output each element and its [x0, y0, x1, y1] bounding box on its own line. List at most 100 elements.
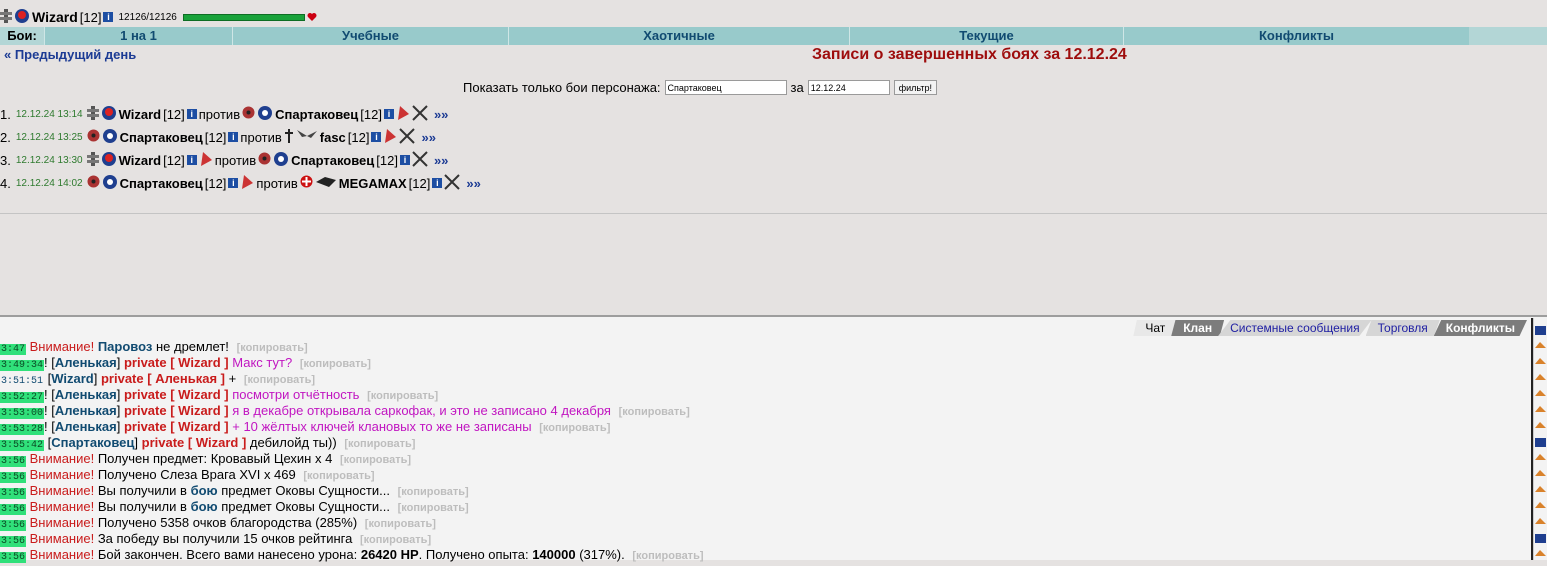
message-time[interactable]: 3:49:34: [0, 360, 45, 371]
copy-link[interactable]: [копировать]: [619, 406, 690, 418]
tab-conflicts[interactable]: Конфликты: [1123, 27, 1469, 45]
chat-tab-clan[interactable]: Клан: [1171, 320, 1225, 336]
message-author[interactable]: Wizard: [51, 371, 94, 386]
fighter-b-name[interactable]: Спартаковец: [275, 107, 358, 122]
filter-label: Показать только бои персонажа:: [463, 80, 661, 95]
message-time[interactable]: 3:53:00: [0, 408, 45, 419]
message-author[interactable]: Аленькая: [55, 403, 117, 418]
message-text: Получен предмет: Кровавый Цехин x 4: [97, 451, 333, 466]
message-time[interactable]: 3:56: [0, 488, 27, 499]
fighter-b-name[interactable]: fasc: [320, 130, 346, 145]
battle-row: 2. 12.12.24 13:25 Спартаковец [12] i про…: [0, 126, 436, 148]
gear-clan-icon[interactable]: [257, 105, 273, 124]
message-author[interactable]: Аленькая: [55, 387, 117, 402]
chat-tab-conflicts[interactable]: Конфликты: [1433, 320, 1527, 336]
fighter-b-level: [12]: [408, 175, 431, 191]
message-time[interactable]: 3:53:28: [0, 424, 45, 435]
info-icon[interactable]: i: [103, 12, 114, 22]
copy-link[interactable]: [копировать]: [303, 470, 374, 482]
message-time[interactable]: 3:47: [0, 344, 27, 355]
message-time[interactable]: 3:52:27: [0, 392, 45, 403]
message-time[interactable]: 3:56: [0, 552, 27, 563]
battle-number: 1.: [0, 106, 11, 122]
message-time[interactable]: 3:56: [0, 504, 27, 515]
info-icon[interactable]: i: [186, 155, 197, 165]
message-author[interactable]: Аленькая: [55, 355, 117, 370]
message-author[interactable]: Спартаковец: [51, 435, 134, 450]
gear-clan-icon[interactable]: [102, 174, 118, 193]
message-author[interactable]: Паровоз: [98, 339, 153, 354]
message-text: Макс тут?: [232, 355, 293, 370]
clan-emblem-icon[interactable]: [14, 8, 30, 27]
info-icon[interactable]: i: [228, 132, 239, 142]
message-text: дебилойд ты)): [249, 435, 337, 450]
message-time[interactable]: 3:56: [0, 456, 27, 467]
copy-link[interactable]: [копировать]: [398, 486, 469, 498]
copy-link[interactable]: [копировать]: [360, 534, 431, 546]
info-icon[interactable]: i: [383, 109, 394, 119]
private-label[interactable]: private [ Wizard ]: [142, 435, 247, 450]
private-label[interactable]: private [ Wizard ]: [124, 419, 229, 434]
private-label[interactable]: private [ Wizard ]: [124, 387, 229, 402]
chat-tab-system[interactable]: Системные сообщения: [1218, 320, 1372, 336]
battle-log-link[interactable]: »»: [434, 107, 448, 122]
copy-link[interactable]: [копировать]: [365, 518, 436, 530]
copy-link[interactable]: [копировать]: [300, 358, 371, 370]
copy-link[interactable]: [копировать]: [398, 502, 469, 514]
info-icon[interactable]: i: [228, 178, 239, 188]
fighter-a-name[interactable]: Wizard: [119, 107, 162, 122]
fighter-a-name[interactable]: Спартаковец: [120, 130, 203, 145]
info-icon[interactable]: i: [399, 155, 410, 165]
fighter-a-name[interactable]: Спартаковец: [120, 176, 203, 191]
info-icon[interactable]: i: [186, 109, 197, 119]
battle-link[interactable]: бою: [191, 483, 218, 498]
battle-link[interactable]: бою: [191, 499, 218, 514]
fighter-b-name[interactable]: MEGAMAX: [339, 176, 407, 191]
chat-tab-trade[interactable]: Торговля: [1365, 320, 1440, 336]
copy-link[interactable]: [копировать]: [237, 342, 308, 354]
crossed-swords-icon: [444, 173, 461, 193]
battle-time: 12.12.24 13:30: [15, 154, 83, 166]
copy-link[interactable]: [копировать]: [340, 454, 411, 466]
divider: [0, 213, 1547, 214]
message-time[interactable]: 3:55:42: [0, 440, 45, 451]
message-text: Получено 5358 очков благородства (285%): [97, 515, 358, 530]
message-time[interactable]: 3:56: [0, 472, 27, 483]
character-name-field[interactable]: [664, 80, 787, 95]
previous-day-link[interactable]: « Предыдущий день: [4, 47, 136, 62]
info-icon[interactable]: i: [371, 132, 382, 142]
tab-training[interactable]: Учебные: [232, 27, 508, 45]
copy-link[interactable]: [копировать]: [632, 550, 703, 562]
private-label[interactable]: private [ Аленькая ]: [101, 371, 225, 386]
fighter-b-name[interactable]: Спартаковец: [291, 153, 374, 168]
info-icon[interactable]: i: [432, 178, 443, 188]
warning-label: Внимание!: [29, 467, 95, 482]
filter-button[interactable]: фильтр!: [893, 80, 938, 95]
tab-current[interactable]: Текущие: [849, 27, 1123, 45]
copy-link[interactable]: [копировать]: [367, 390, 438, 402]
gear-clan-icon[interactable]: [273, 151, 289, 170]
date-field[interactable]: [807, 80, 890, 95]
copy-link[interactable]: [копировать]: [244, 374, 315, 386]
battle-log-link[interactable]: »»: [466, 176, 480, 191]
warning-label: Внимание!: [29, 531, 95, 546]
clan-emblem-icon[interactable]: [101, 151, 117, 170]
battle-log-link[interactable]: »»: [421, 130, 435, 145]
battle-log-link[interactable]: »»: [434, 153, 448, 168]
gear-clan-icon[interactable]: [102, 128, 118, 147]
message-author[interactable]: Аленькая: [55, 419, 117, 434]
player-nick[interactable]: Wizard: [32, 9, 78, 25]
copy-link[interactable]: [копировать]: [344, 438, 415, 450]
tab-1v1[interactable]: 1 на 1: [44, 27, 232, 45]
message-time[interactable]: 3:51:51: [0, 376, 44, 387]
message-time[interactable]: 3:56: [0, 520, 27, 531]
crossed-swords-icon: [399, 127, 416, 147]
private-label[interactable]: private [ Wizard ]: [124, 403, 229, 418]
chat-tab-chat[interactable]: Чат: [1133, 320, 1178, 336]
copy-link[interactable]: [копировать]: [539, 422, 610, 434]
fighter-a-name[interactable]: Wizard: [119, 153, 162, 168]
private-label[interactable]: private [ Wizard ]: [124, 355, 229, 370]
tab-chaotic[interactable]: Хаотичные: [508, 27, 849, 45]
clan-emblem-icon[interactable]: [101, 105, 117, 124]
message-time[interactable]: 3:56: [0, 536, 27, 547]
